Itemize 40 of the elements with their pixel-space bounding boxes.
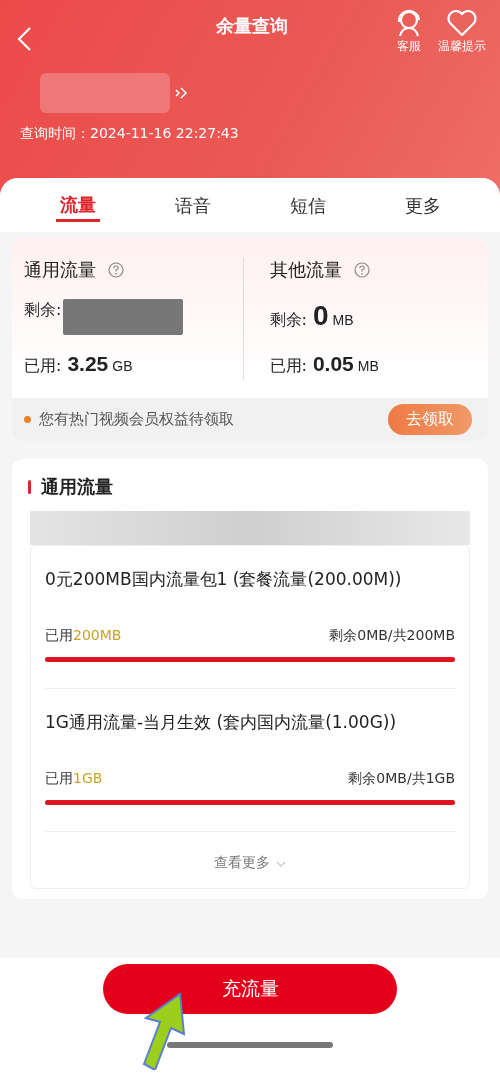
tab[interactable]: 流量	[55, 190, 100, 222]
bullet-dot	[24, 416, 31, 423]
balance-text: 剩余0MB/共200MB	[329, 627, 455, 645]
tab[interactable]: 短信	[285, 190, 330, 222]
used-value: 0.05	[312, 352, 354, 376]
header-action-button[interactable]: 温馨提示	[438, 8, 486, 55]
unit-label: MB	[332, 312, 354, 328]
used-label: 已用:	[269, 356, 307, 377]
chevron-down-icon	[276, 860, 286, 868]
query-time: 查询时间：2024-11-16 22:27:43	[20, 125, 240, 143]
page-title: 余量查询	[215, 14, 289, 38]
unit-label: GB	[112, 358, 133, 374]
double-chevron-icon	[174, 86, 188, 100]
help-icon[interactable]	[353, 262, 370, 278]
remaining-label: 剩余:	[269, 310, 307, 331]
used-amount: 1GB	[73, 770, 103, 786]
used-label: 已用:	[24, 356, 62, 377]
used-label: 已用	[45, 627, 73, 643]
claim-button[interactable]: 去领取	[388, 404, 472, 435]
package-name: 0元200MB国内流量包1 (套餐流量(200.00M))	[45, 568, 403, 591]
tab[interactable]: 语音	[170, 190, 215, 222]
remaining-value: 0	[312, 300, 329, 332]
section-title: 通用流量	[41, 475, 113, 499]
heart-icon	[446, 9, 478, 37]
package-name: 1G通用流量-当月生效 (套内国内流量(1.00G))	[45, 711, 398, 734]
remaining-label: 剩余:	[24, 300, 62, 321]
summary-title: 通用流量	[24, 258, 96, 282]
balance-text: 剩余0MB/共1GB	[348, 770, 455, 788]
header-action-button[interactable]: 客服	[394, 8, 424, 55]
notice-text: 您有热门视频会员权益待领取	[39, 410, 235, 429]
summary-title: 其他流量	[269, 258, 342, 282]
tab[interactable]: 更多	[400, 190, 445, 222]
help-icon[interactable]	[108, 262, 124, 278]
view-more-link[interactable]: 查看更多	[45, 832, 455, 888]
used-value: 3.25	[67, 352, 109, 376]
used-label: 已用	[45, 770, 73, 786]
unit-label: MB	[357, 358, 379, 374]
accent-bar	[28, 480, 31, 494]
used-amount: 200MB	[73, 627, 122, 643]
recharge-button[interactable]: 充流量	[103, 964, 397, 1014]
